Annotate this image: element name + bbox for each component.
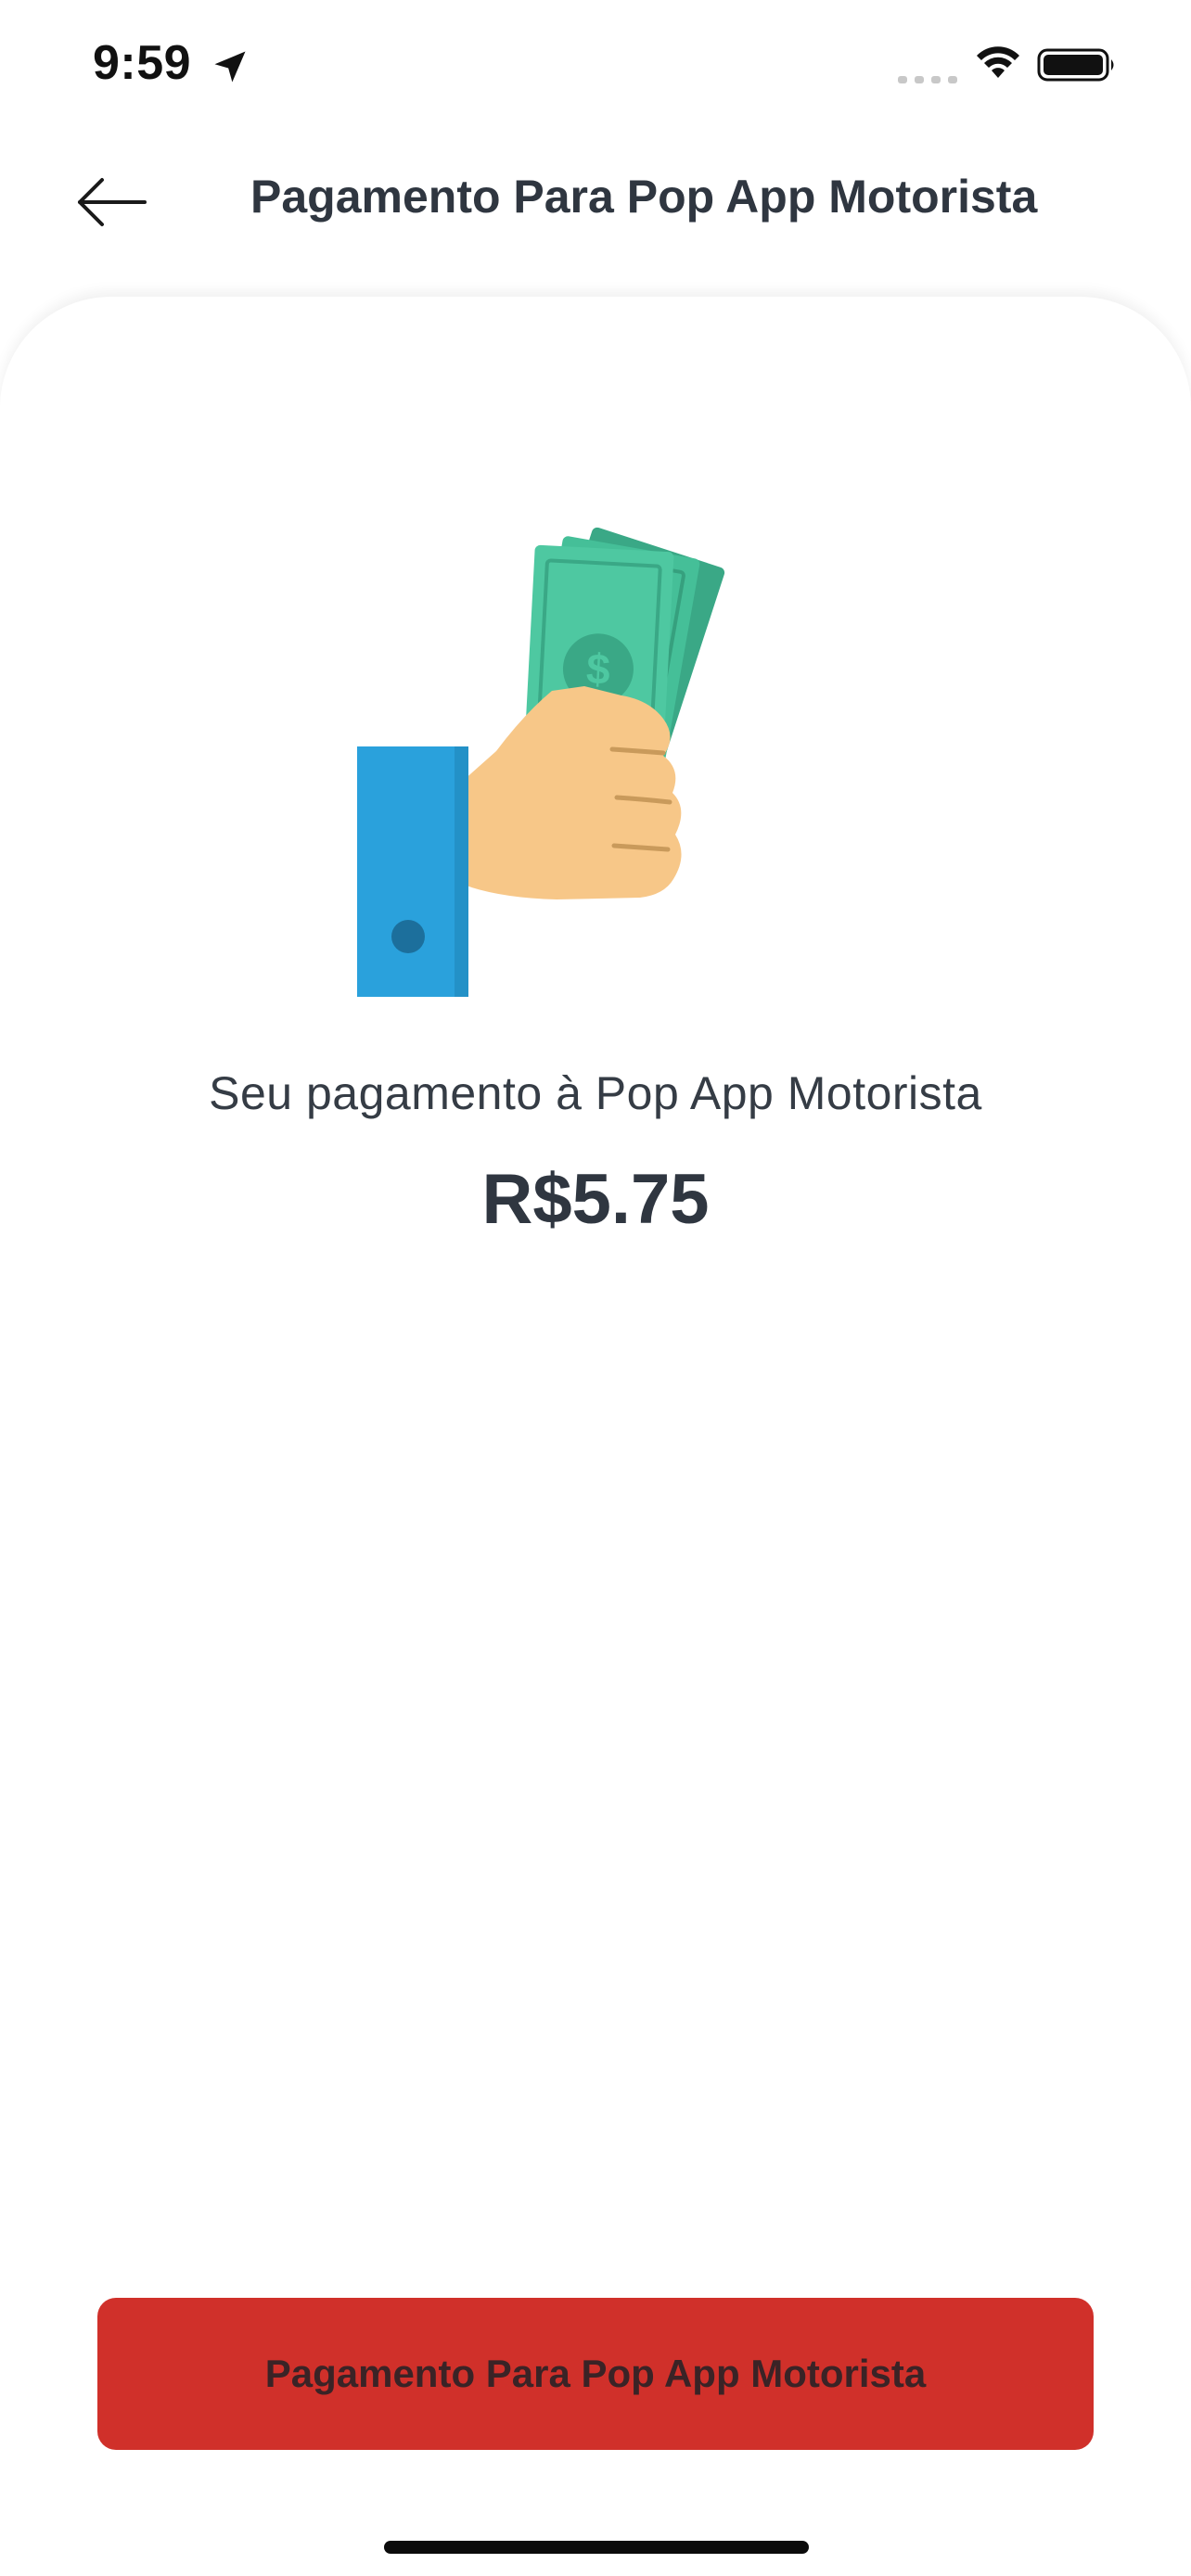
page-title: Pagamento Para Pop App Motorista	[250, 171, 1038, 223]
wifi-icon	[977, 46, 1019, 78]
status-bar: 9:59	[0, 0, 1191, 139]
back-button[interactable]	[65, 156, 158, 249]
payment-amount: R$5.75	[481, 1160, 710, 1239]
location-arrow-icon	[214, 51, 246, 83]
arrow-left-icon	[78, 178, 147, 226]
content-card: $ Seu pagamento à Pop App Motorista R$5.…	[0, 297, 1191, 2576]
cellular-signal-icon	[898, 76, 957, 83]
home-indicator	[384, 2541, 809, 2554]
hand-holding-money-icon: $	[357, 527, 725, 997]
svg-text:$: $	[585, 644, 611, 694]
nav-header: Pagamento Para Pop App Motorista	[0, 139, 1191, 287]
payment-subtitle: Seu pagamento à Pop App Motorista	[209, 1067, 982, 1119]
status-time: 9:59	[93, 36, 192, 90]
pay-button[interactable]: Pagamento Para Pop App Motorista	[97, 2298, 1094, 2450]
battery-icon	[1037, 48, 1114, 82]
